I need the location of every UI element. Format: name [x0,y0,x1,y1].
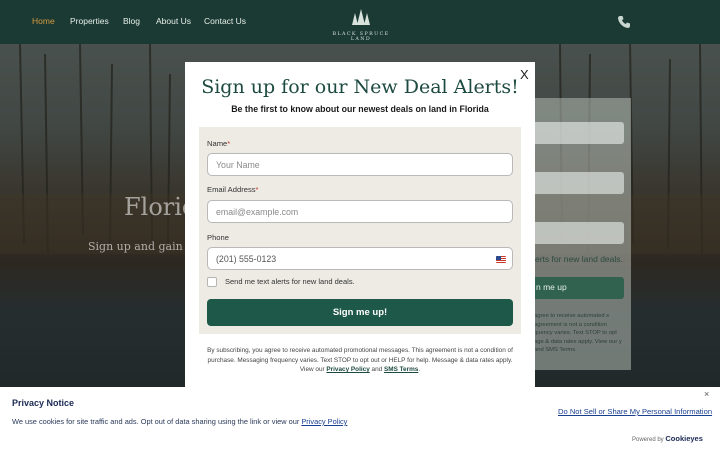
nav-blog[interactable]: Blog [123,16,140,26]
background-phone-field [520,222,624,244]
email-label: Email Address* [207,185,259,194]
modal-title: Sign up for our New Deal Alerts! [201,76,519,98]
banner-privacy-policy-link[interactable]: Privacy Policy [301,417,347,426]
phone-placeholder: (201) 555-0123 [216,254,277,264]
consent-disclaimer: By subscribing, you agree to receive aut… [207,347,513,374]
nav-home[interactable]: Home [32,16,55,26]
us-flag-icon[interactable] [496,256,506,263]
top-navigation: Home Properties Blog About Us Contact Us… [0,0,720,44]
background-disclaimer: agree to receive automated s agreement i… [534,313,622,354]
deal-alerts-modal: X Sign up for our New Deal Alerts! Be th… [185,62,535,388]
privacy-policy-link[interactable]: Privacy Policy [326,366,369,373]
powered-by-cookieyes: Powered by Cookieyes [632,434,703,443]
background-name-field [520,122,624,144]
nav-about-us[interactable]: About Us [156,16,191,26]
background-sign-up-button: n me up [520,277,624,299]
do-not-sell-link[interactable]: Do Not Sell or Share My Personal Informa… [558,407,712,416]
name-label: Name* [207,139,231,148]
sms-terms-link[interactable]: SMS Terms [384,366,418,373]
privacy-notice-banner: × Privacy Notice We use cookies for site… [0,387,720,450]
site-logo[interactable]: BLACK SPRUCE LAND [322,9,400,42]
privacy-close-button[interactable]: × [704,389,709,399]
phone-input[interactable]: (201) 555-0123 [207,247,513,270]
phone-icon[interactable] [617,15,631,29]
phone-label: Phone [207,233,229,242]
text-alerts-label: Send me text alerts for new land deals. [225,277,355,286]
nav-contact-us[interactable]: Contact Us [204,16,246,26]
email-input[interactable]: email@example.com [207,200,513,223]
spruce-trees-logo-icon [352,9,370,25]
background-email-field [520,172,624,194]
cookieyes-logo: Cookieyes [665,434,703,443]
privacy-title: Privacy Notice [12,398,75,408]
nav-properties[interactable]: Properties [70,16,109,26]
background-alert-text: erts for new land deals. [535,254,623,264]
logo-text: BLACK SPRUCE LAND [332,32,390,42]
sign-me-up-button[interactable]: Sign me up! [207,299,513,326]
modal-subtitle: Be the first to know about our newest de… [231,104,489,114]
text-alerts-checkbox[interactable] [207,277,217,287]
name-input[interactable]: Your Name [207,153,513,176]
background-signup-form: erts for new land deals. n me up agree t… [520,98,631,370]
privacy-text: We use cookies for site traffic and ads.… [12,417,348,426]
signup-form: Name* Your Name Email Address* email@exa… [199,127,521,334]
